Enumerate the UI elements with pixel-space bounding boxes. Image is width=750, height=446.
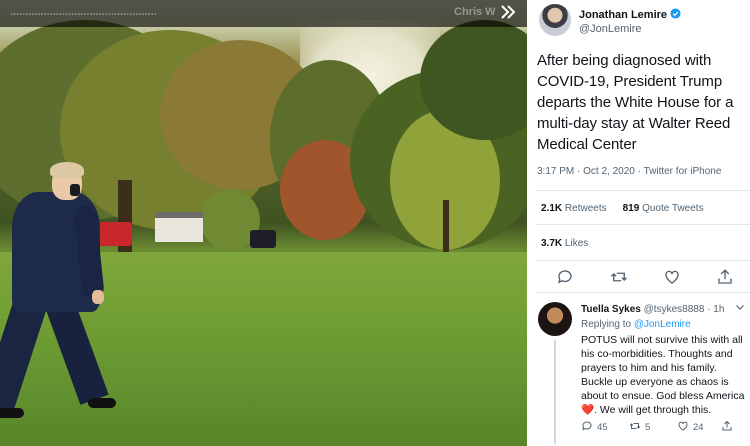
divider — [537, 190, 750, 191]
reply-like-button[interactable]: 24 — [677, 420, 704, 433]
replying-to-label: Replying to — [581, 319, 632, 330]
verified-badge-icon — [670, 8, 681, 19]
reply-like-count: 24 — [693, 422, 704, 433]
avatar[interactable] — [538, 302, 572, 336]
photo-person-walking — [0, 162, 120, 422]
quote-tweets-stat[interactable]: 819 Quote Tweets — [623, 203, 704, 214]
retweet-icon — [629, 423, 641, 429]
reply-separator: · — [707, 304, 711, 315]
tweet-stats-row: 2.1K Retweets 819 Quote Tweets — [541, 203, 704, 214]
likes-label: Likes — [564, 238, 589, 249]
tweet-actions — [527, 262, 750, 292]
tweet-date[interactable]: Oct 2, 2020 — [583, 166, 635, 177]
divider — [537, 260, 750, 261]
like-icon[interactable] — [663, 268, 681, 286]
reply-text-part: . We will get through this. — [594, 404, 712, 416]
retweets-stat[interactable]: 2.1K Retweets — [541, 203, 607, 214]
reply-retweet-count: 5 — [645, 422, 651, 433]
photo-trunk — [443, 200, 449, 256]
reply-reply-button[interactable]: 45 — [581, 420, 608, 433]
reply-reply-count: 45 — [597, 422, 608, 433]
reply-icon — [582, 421, 592, 431]
thread-line — [554, 340, 556, 444]
tweet-time[interactable]: 3:17 PM — [537, 166, 574, 177]
more-options-icon[interactable] — [734, 300, 746, 316]
author-name[interactable]: Jonathan Lemire — [579, 9, 667, 21]
topbar-ghost-name: Chris W — [454, 6, 496, 18]
reply-author-handle[interactable]: @tsykes8888 — [644, 304, 705, 315]
replying-to: Replying to @JonLemire — [581, 319, 691, 330]
tweet-author[interactable]: Jonathan Lemire @JonLemire — [539, 4, 744, 44]
likes-stat[interactable]: 3.7K Likes — [541, 238, 588, 249]
avatar[interactable] — [539, 4, 571, 36]
share-icon — [722, 420, 732, 431]
photo-house — [155, 212, 203, 242]
likes-count: 3.7K — [541, 238, 563, 249]
media-topbar: ........................................… — [0, 0, 527, 27]
reply-share-button[interactable] — [721, 420, 737, 433]
photo-trunk — [118, 180, 132, 260]
reply-icon[interactable] — [556, 268, 574, 286]
reply-text: POTUS will not survive this with all his… — [581, 333, 750, 417]
retweets-count: 2.1K — [541, 203, 563, 214]
reply-text-part: POTUS will not survive this with all his… — [581, 334, 745, 402]
topbar-ghost-text: ........................................… — [10, 6, 157, 18]
reply-header: Tuella Sykes @tsykes8888 · 1h — [581, 304, 724, 315]
double-chevron-right-icon[interactable] — [496, 2, 520, 26]
photo-suv — [250, 230, 276, 248]
heart-emoji-icon: ❤️ — [581, 404, 595, 416]
quote-label: Quote Tweets — [642, 203, 704, 214]
divider — [537, 224, 750, 225]
reply-tweet[interactable]: Tuella Sykes @tsykes8888 · 1h Replying t… — [537, 300, 750, 446]
tweet-meta: 3:17 PM · Oct 2, 2020 · Twitter for iPho… — [537, 166, 722, 177]
media-viewer: ........................................… — [0, 0, 527, 446]
replying-to-mention[interactable]: @JonLemire — [634, 319, 691, 330]
author-handle[interactable]: @JonLemire — [579, 23, 642, 35]
like-icon — [678, 421, 688, 431]
quote-count: 819 — [622, 203, 640, 214]
share-icon[interactable] — [716, 268, 734, 286]
reply-age[interactable]: 1h — [713, 304, 724, 315]
reply-author-name[interactable]: Tuella Sykes — [581, 304, 641, 315]
reply-actions: 45 5 24 — [581, 420, 750, 436]
divider — [537, 292, 750, 293]
author-name-row[interactable]: Jonathan Lemire — [579, 8, 681, 21]
tweet-source[interactable]: Twitter for iPhone — [644, 166, 722, 177]
retweets-label: Retweets — [564, 203, 607, 214]
reply-retweet-button[interactable]: 5 — [629, 420, 650, 433]
retweet-icon[interactable] — [610, 268, 628, 286]
tweet-text: After being diagnosed with COVID-19, Pre… — [537, 52, 734, 153]
tweet-panel: Jonathan Lemire @JonLemire After being d… — [527, 0, 750, 446]
